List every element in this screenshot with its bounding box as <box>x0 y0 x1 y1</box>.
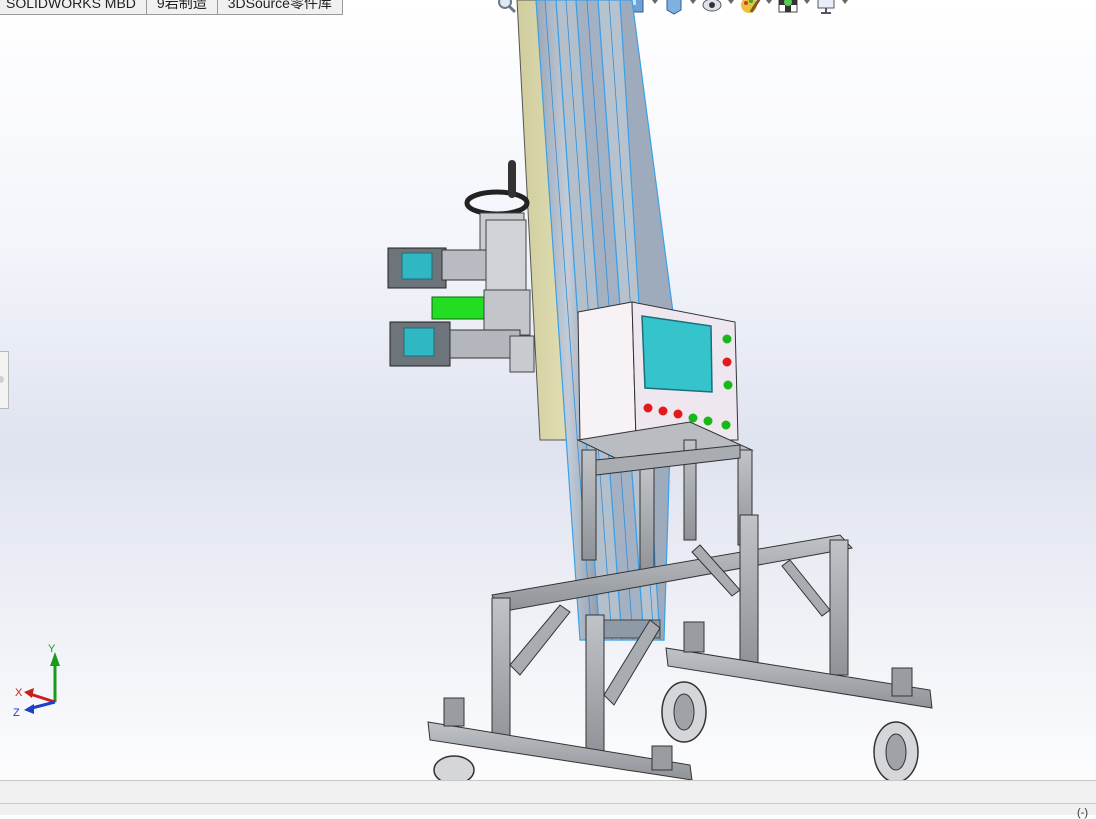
coordinate-triad: Y X Z <box>13 643 60 719</box>
triad-y-label: Y <box>48 643 56 655</box>
camera-bracket-upper <box>387 219 527 291</box>
3d-model-viewport[interactable] <box>0 0 1096 780</box>
triad-z-label: Z <box>13 707 20 719</box>
status-right-text: (-) <box>1077 807 1088 819</box>
control-cabinet <box>577 301 739 441</box>
camera-bracket-lower <box>389 321 535 373</box>
status-bar: (-) <box>0 780 1096 819</box>
triad-x-label: X <box>15 687 23 699</box>
